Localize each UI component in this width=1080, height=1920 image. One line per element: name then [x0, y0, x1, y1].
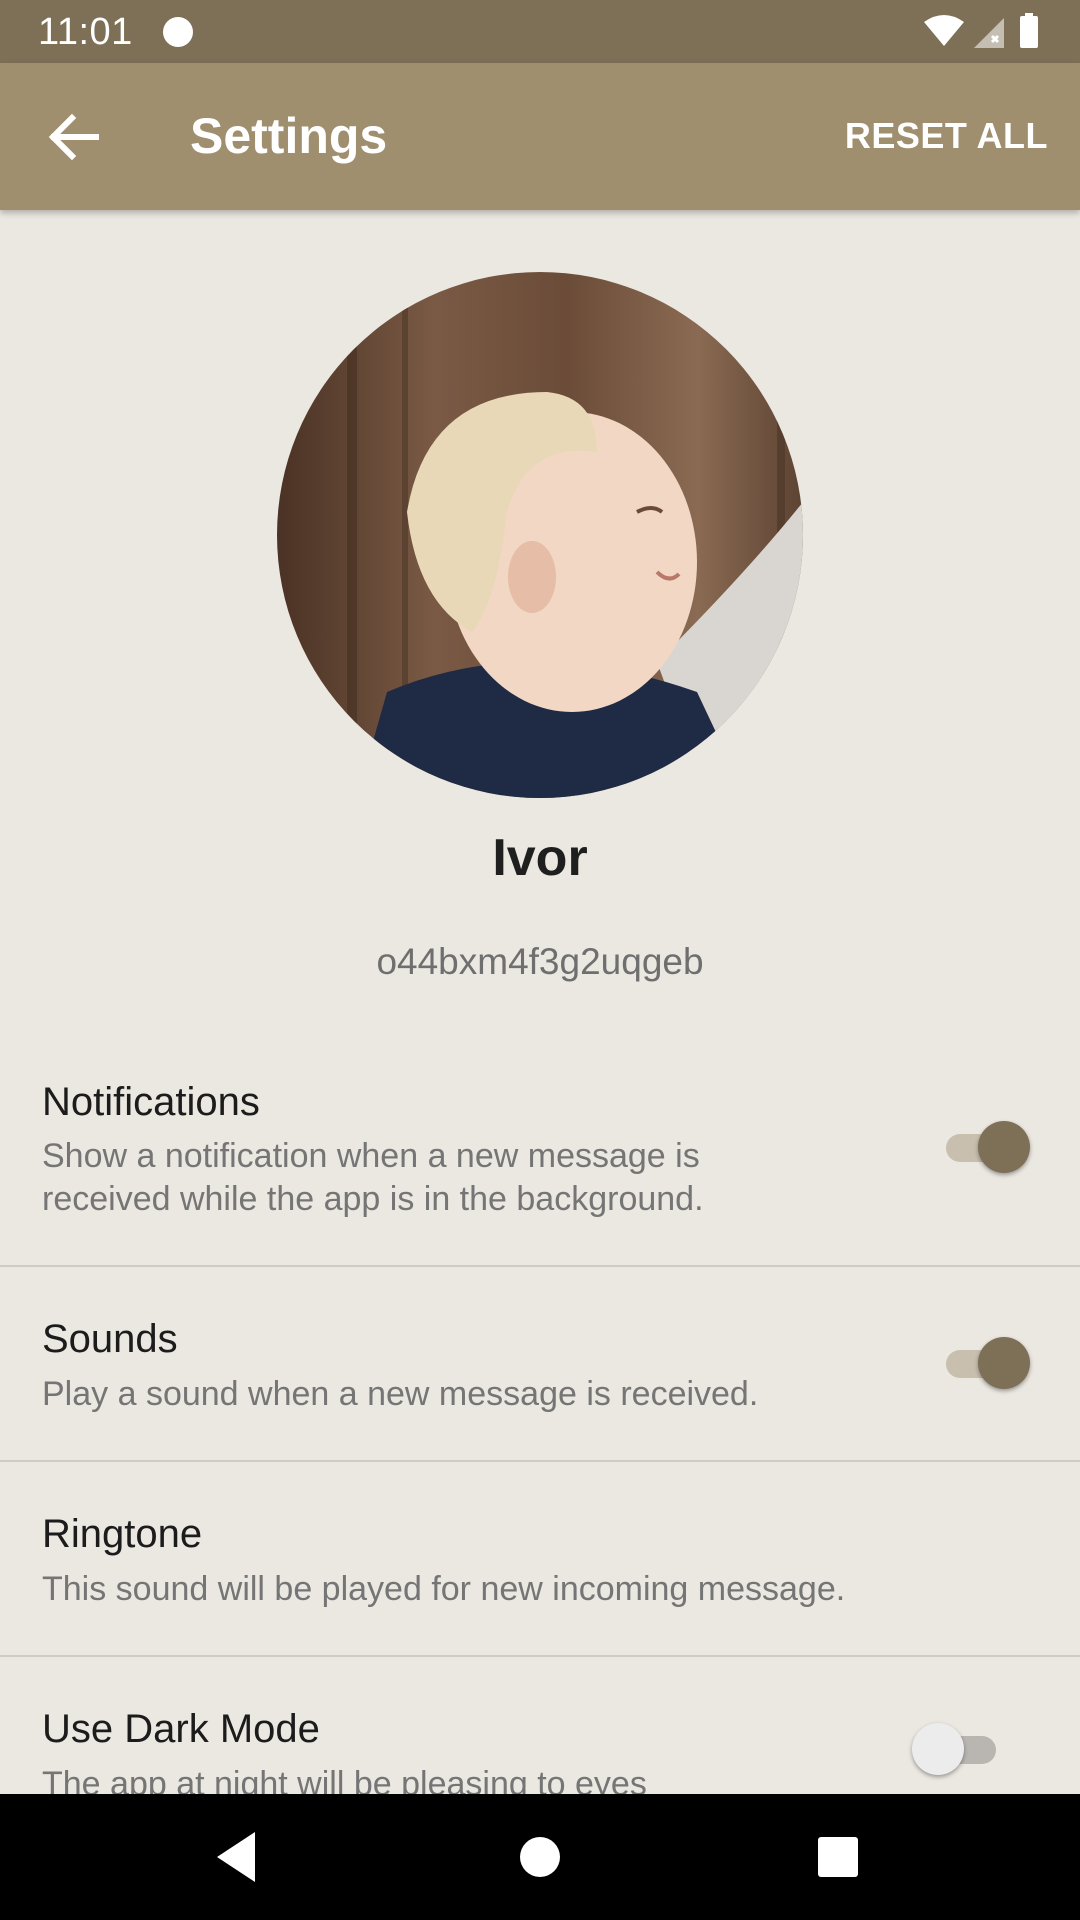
toggle-thumb — [978, 1337, 1030, 1389]
status-bar: 11:01 — [0, 0, 1080, 63]
avatar-photo — [277, 272, 803, 798]
system-nav-bar — [0, 1794, 1080, 1920]
setting-title: Use Dark Mode — [42, 1707, 320, 1751]
setting-title: Notifications — [42, 1080, 260, 1124]
settings-list: Notifications Show a notification when a… — [0, 1040, 1080, 1817]
toggle-thumb — [978, 1121, 1030, 1173]
status-time: 11:01 — [38, 11, 133, 53]
profile-name: Ivor — [492, 829, 588, 887]
app-bar: Settings RESET ALL — [0, 63, 1080, 210]
toggle-thumb — [912, 1723, 964, 1775]
setting-title: Sounds — [42, 1317, 178, 1361]
recents-square-icon[interactable] — [803, 1822, 873, 1892]
setting-dark-mode[interactable]: Use Dark Mode The app at night will be p… — [0, 1657, 1080, 1817]
reset-all-button[interactable]: RESET ALL — [845, 115, 1048, 157]
cell-signal-icon — [974, 18, 1004, 48]
back-triangle-icon[interactable] — [203, 1822, 273, 1892]
sounds-toggle[interactable] — [934, 1333, 1030, 1393]
avatar[interactable] — [277, 272, 803, 798]
setting-ringtone[interactable]: Ringtone This sound will be played for n… — [0, 1462, 1080, 1657]
profile-id: o44bxm4f3g2uqgeb — [376, 941, 704, 982]
home-circle-icon[interactable] — [505, 1822, 575, 1892]
setting-title: Ringtone — [42, 1512, 203, 1556]
dark-mode-toggle[interactable] — [912, 1719, 1008, 1779]
page-title: Settings — [190, 108, 388, 164]
back-arrow-icon[interactable] — [34, 98, 112, 176]
setting-description: Play a sound when a new message is recei… — [42, 1375, 759, 1413]
setting-description: Show a notification when a new message i… — [42, 1137, 704, 1218]
setting-description: This sound will be played for new incomi… — [42, 1570, 846, 1608]
battery-icon — [1020, 16, 1038, 48]
status-icons — [924, 13, 1038, 48]
setting-sounds[interactable]: Sounds Play a sound when a new message i… — [0, 1267, 1080, 1462]
notification-dot-icon — [163, 17, 193, 47]
wifi-icon — [924, 15, 964, 46]
notifications-toggle[interactable] — [934, 1117, 1030, 1177]
setting-notifications[interactable]: Notifications Show a notification when a… — [0, 1040, 1080, 1267]
